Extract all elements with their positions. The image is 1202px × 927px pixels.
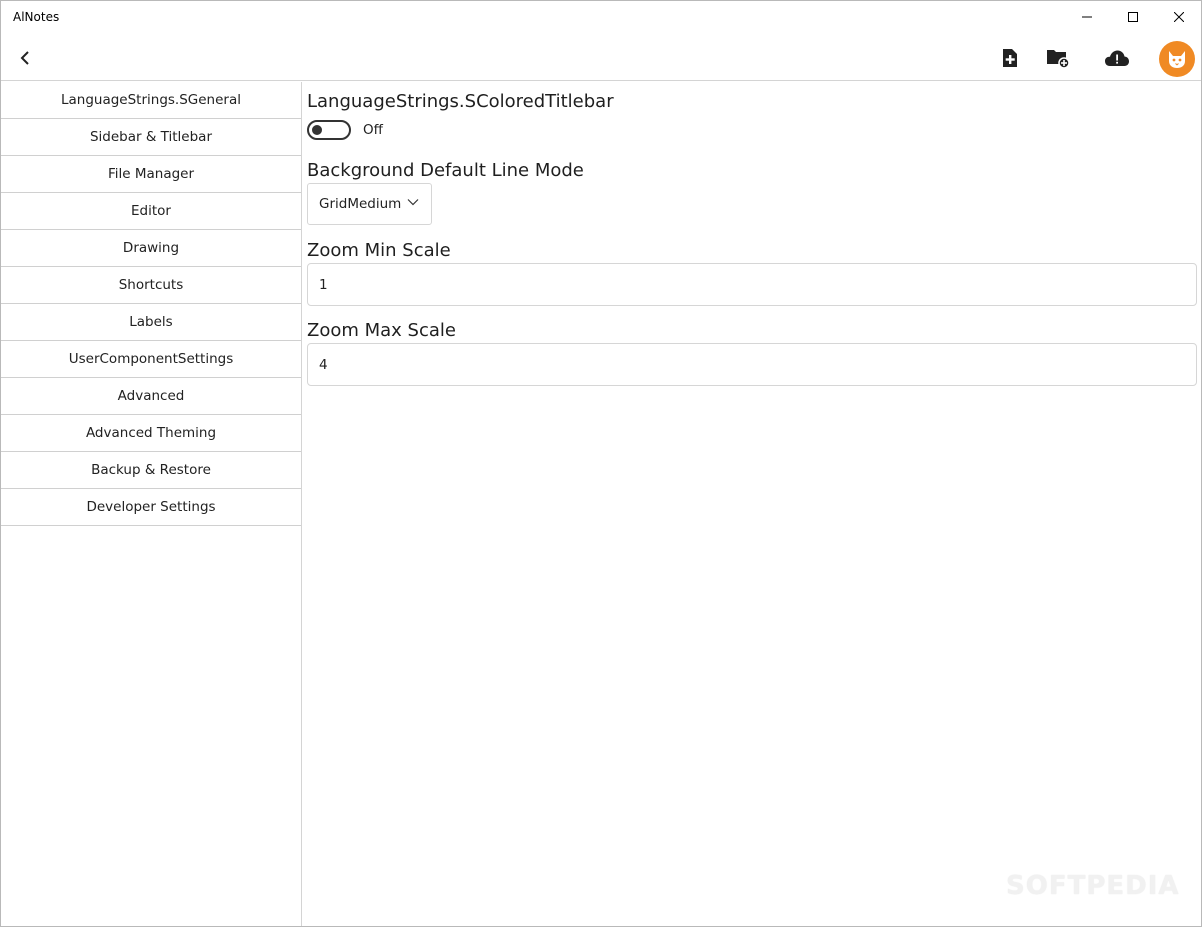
back-arrow-icon [20,51,29,65]
close-button[interactable] [1156,1,1202,33]
cat-avatar-icon [1169,51,1185,68]
app-title: AlNotes [13,10,60,24]
maximize-icon [1128,12,1138,22]
sidebar-item-advanced-theming[interactable]: Advanced Theming [1,415,301,452]
close-icon [1174,12,1184,22]
sidebar-item-advanced[interactable]: Advanced [1,378,301,415]
cloud-sync-button[interactable] [1102,43,1132,73]
new-folder-button[interactable] [1043,43,1073,73]
sidebar-item-shortcuts[interactable]: Shortcuts [1,267,301,304]
title-bar: AlNotes [1,1,1201,35]
maximize-button[interactable] [1110,1,1156,33]
zoom-min-input[interactable]: 1 [307,263,1197,306]
minimize-icon [1082,16,1092,18]
line-mode-title: Background Default Line Mode [307,160,584,181]
sidebar-item-user-component-settings[interactable]: UserComponentSettings [1,341,301,378]
cloud-alert-icon [1105,50,1129,66]
toolbar [1,35,1201,81]
toggle-knob [312,125,322,135]
zoom-max-title: Zoom Max Scale [307,320,456,341]
minimize-button[interactable] [1064,1,1110,33]
zoom-min-value: 1 [319,276,328,293]
colored-titlebar-title: LanguageStrings.SColoredTitlebar [307,91,614,112]
zoom-max-input[interactable]: 4 [307,343,1197,386]
sidebar-item-labels[interactable]: Labels [1,304,301,341]
colored-titlebar-toggle-row: Off [307,120,383,140]
colored-titlebar-toggle[interactable] [307,120,351,140]
new-folder-icon [1047,50,1070,69]
sidebar-item-sidebar-titlebar[interactable]: Sidebar & Titlebar [1,119,301,156]
sidebar-item-editor[interactable]: Editor [1,193,301,230]
zoom-min-title: Zoom Min Scale [307,240,451,261]
avatar[interactable] [1159,41,1195,77]
sidebar-item-backup-restore[interactable]: Backup & Restore [1,452,301,489]
back-button[interactable] [13,45,37,71]
settings-content: LanguageStrings.SColoredTitlebar Off Bac… [307,82,1197,926]
app-window: AlNotes LanguageStrings.SGeneral Sidebar… [0,0,1202,927]
new-file-button[interactable] [995,43,1025,73]
sidebar-item-developer-settings[interactable]: Developer Settings [1,489,301,526]
sidebar-item-drawing[interactable]: Drawing [1,230,301,267]
line-mode-dropdown[interactable]: GridMedium [307,183,432,225]
sidebar-item-general[interactable]: LanguageStrings.SGeneral [1,82,301,119]
watermark: SOFTPEDIA [1006,871,1180,901]
toggle-state-label: Off [363,122,383,138]
new-file-icon [1003,49,1017,67]
settings-sidebar: LanguageStrings.SGeneral Sidebar & Title… [1,82,302,926]
sidebar-item-file-manager[interactable]: File Manager [1,156,301,193]
zoom-max-value: 4 [319,356,328,373]
chevron-down-icon [407,199,419,206]
line-mode-value: GridMedium [319,196,402,212]
